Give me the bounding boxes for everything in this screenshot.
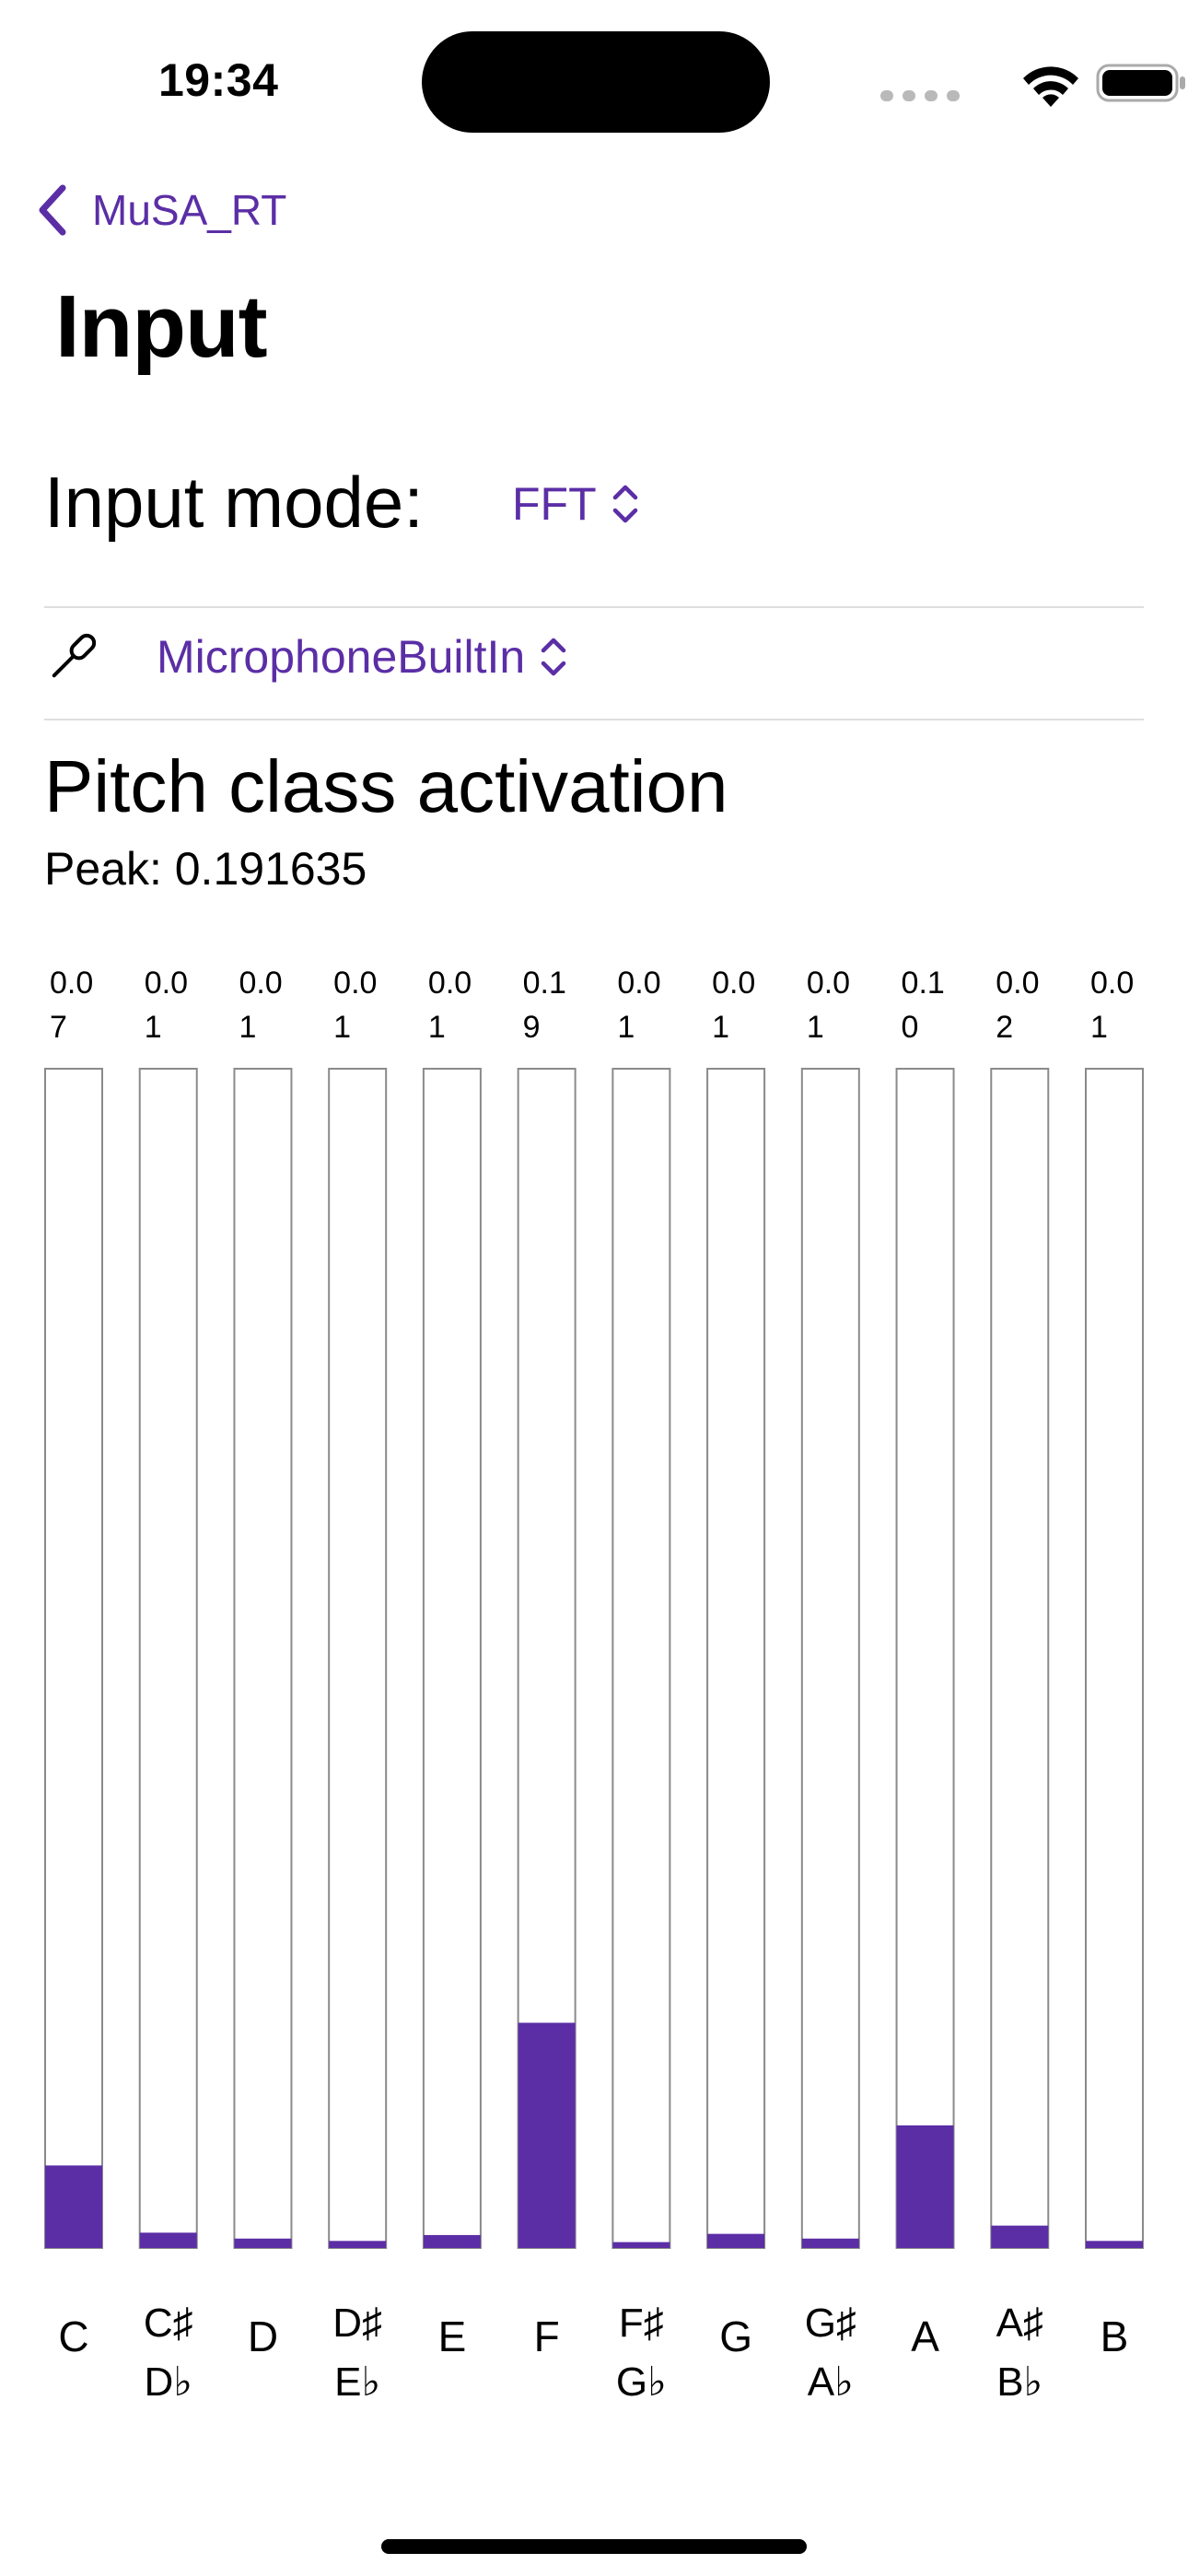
bar-value-label: 0.0: [145, 966, 188, 1001]
bar-track: [1085, 1068, 1144, 2249]
pitch-class-label: A: [911, 2313, 939, 2360]
bar-fill: [139, 2232, 197, 2248]
pitch-class-label: F♯: [619, 2301, 664, 2346]
bar-fill: [801, 2238, 859, 2248]
bar-value-label: 0.0: [996, 966, 1039, 1001]
bar-value-label: 0.0: [333, 966, 377, 1001]
bar-value-label: 0.0: [617, 966, 660, 1001]
bar-value-label: 0.1: [523, 966, 566, 1001]
bar-value-label: 1: [1090, 1010, 1108, 1045]
pitch-class-label: G♭: [616, 2359, 667, 2405]
pitch-class-label: F: [534, 2313, 560, 2360]
bar-fill: [707, 2233, 765, 2248]
pitch-class-label: D♭: [144, 2359, 192, 2405]
bar-fill: [518, 2022, 576, 2248]
bar-track: [138, 1068, 198, 2249]
bar-track: [895, 1068, 955, 2249]
pitch-class-label: A♭: [808, 2359, 854, 2405]
bar-value-label: 1: [428, 1010, 446, 1045]
bar-track: [706, 1068, 766, 2249]
pitch-class-label: E: [438, 2313, 467, 2360]
bar-value-label: 0.0: [50, 966, 93, 1001]
bar-track: [990, 1068, 1050, 2249]
bar-fill: [991, 2225, 1049, 2248]
bar-value-label: 0: [902, 1010, 919, 1045]
bar-value-label: 1: [239, 1010, 256, 1045]
pitch-class-label: B♭: [996, 2359, 1042, 2405]
bar-fill: [1086, 2241, 1143, 2248]
bar-value-label: 0.0: [807, 966, 850, 1001]
bar-fill: [896, 2125, 954, 2248]
bar-track: [800, 1068, 860, 2249]
bar-track: [422, 1068, 482, 2249]
bar-value-label: 1: [807, 1010, 824, 1045]
bar-fill: [329, 2241, 387, 2248]
pitch-class-label: C♯: [144, 2301, 193, 2346]
pitch-class-label: D: [248, 2313, 278, 2360]
pitch-class-label: B: [1101, 2313, 1129, 2360]
bar-track: [44, 1068, 103, 2249]
bar-value-label: 1: [333, 1010, 351, 1045]
bar-track: [233, 1068, 293, 2249]
pitch-class-label: E♭: [334, 2359, 380, 2405]
bar-value-label: 9: [523, 1010, 541, 1045]
bar-value-label: 0.0: [1090, 966, 1134, 1001]
pitch-class-label: D♯: [332, 2301, 382, 2346]
bar-value-label: 0.1: [902, 966, 945, 1001]
bar-value-label: 0.0: [428, 966, 472, 1001]
bar-value-label: 2: [996, 1010, 1013, 1045]
bar-fill: [423, 2234, 481, 2248]
bar-value-label: 1: [712, 1010, 729, 1045]
bar-value-label: 1: [145, 1010, 162, 1045]
pitch-class-label: G: [719, 2313, 752, 2360]
pitch-class-label: G♯: [805, 2301, 856, 2346]
bar-fill: [234, 2238, 292, 2248]
bar-track: [328, 1068, 388, 2249]
bar-value-label: 0.0: [712, 966, 755, 1001]
bar-fill: [45, 2165, 102, 2248]
pitch-class-label: A♯: [996, 2301, 1043, 2346]
bar-value-label: 7: [50, 1010, 67, 1045]
bar-value-label: 0.0: [239, 966, 282, 1001]
bar-fill: [612, 2242, 670, 2248]
pitch-class-label: C: [58, 2313, 88, 2360]
pitch-class-chart: 0.0 7 C 0.0 1 C♯ D♭ 0.0 1 D 0.0 1 D♯ E♭ 0.0 1 E 0.1 9 F 0.0 1…: [44, 966, 1144, 2405]
bar-value-label: 1: [617, 1010, 635, 1045]
bar-track: [611, 1068, 671, 2249]
